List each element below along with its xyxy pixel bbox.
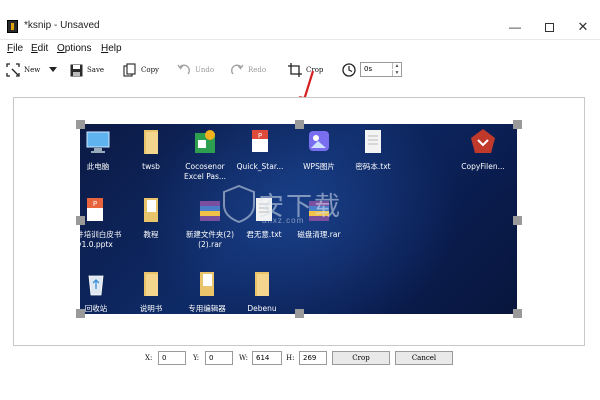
undo-icon <box>177 64 190 75</box>
maximize-button[interactable] <box>534 18 564 36</box>
w-input[interactable]: 614 <box>252 351 282 365</box>
rar-archive-icon <box>200 201 220 221</box>
crop-panel: X: 0 Y: 0 W: 614 H: 269 Crop Cancel <box>0 349 600 367</box>
copy-label: Copy <box>141 66 160 74</box>
text-file-icon <box>365 130 381 153</box>
save-icon <box>70 64 83 76</box>
spin-up-icon[interactable]: ▲ <box>392 63 401 69</box>
copy-icon <box>123 63 136 77</box>
wps-image-icon <box>309 131 329 151</box>
desktop-icon-password-book: 密码本.txt <box>345 128 401 172</box>
new-label: New <box>24 66 41 74</box>
undo-label: Undo <box>195 66 215 74</box>
pptx-icon: P <box>87 198 103 221</box>
redo-label: Redo <box>248 66 267 74</box>
x-input[interactable]: 0 <box>158 351 186 365</box>
delay-spinbox[interactable]: 0s ▲ ▼ <box>360 62 402 77</box>
close-button[interactable]: ✕ <box>568 18 598 36</box>
recycle-bin-icon <box>88 275 104 296</box>
desktop-icon-pptx: P 文件培训白皮书v1.0.pptx <box>80 196 126 250</box>
desktop-icon-special-editor: 专用编辑器 <box>179 270 235 314</box>
save-label: Save <box>87 66 105 74</box>
crop-handle-right[interactable] <box>513 216 522 225</box>
crop-button[interactable]: Crop <box>332 351 390 365</box>
crop-handle-top[interactable] <box>295 120 304 129</box>
desktop-icon-recycle-bin: 回收站 <box>80 270 124 314</box>
shield-watermark-icon <box>223 185 255 223</box>
delay-timer-icon-wrap <box>342 61 356 79</box>
folder-docs-icon <box>144 198 158 222</box>
w-label: W: <box>239 354 248 362</box>
ksnip-app-icon <box>7 20 18 33</box>
new-capture-button[interactable]: New <box>6 61 40 79</box>
desktop-icon-copyfilename: CopyFilen... <box>455 128 511 172</box>
desktop-icon-wps-image: WPS图片 <box>291 128 347 172</box>
x-label: X: <box>145 354 153 362</box>
copy-button[interactable]: Copy <box>123 61 159 79</box>
crop-handle-top-left[interactable] <box>76 120 85 129</box>
menu-help[interactable]: Help <box>101 43 122 54</box>
redo-icon <box>231 64 244 75</box>
svg-text:P: P <box>93 200 97 208</box>
desktop-icon-this-pc: 此电脑 <box>80 128 126 172</box>
dropdown-arrow-icon <box>49 67 57 72</box>
desktop-icon-debenu: Debenu <box>234 270 290 314</box>
desktop-icon-tutorial: 教程 <box>123 196 179 240</box>
menu-bar: File Edit Options Help <box>0 41 600 57</box>
y-input[interactable]: 0 <box>205 351 233 365</box>
watermark: 安下载 anxz.com <box>222 183 372 233</box>
desktop-icon-manual: 说明书 <box>123 270 179 314</box>
folder-icon <box>255 272 269 296</box>
redo-button[interactable]: Redo <box>230 61 266 79</box>
svg-text:P: P <box>258 132 262 140</box>
crop-handle-bottom[interactable] <box>295 309 304 318</box>
menu-file[interactable]: File <box>7 43 23 54</box>
excel-password-icon <box>195 130 215 153</box>
y-label: Y: <box>193 354 200 362</box>
desktop-icon-cocosenor: Cocosenor Excel Pas... <box>177 128 233 182</box>
folder-icon <box>144 130 158 154</box>
copyfilename-icon <box>471 129 495 153</box>
desktop-icon-quick-start: P Quick_Star... <box>232 128 288 172</box>
h-label: H: <box>286 354 295 362</box>
window-title: *ksnip - Unsaved <box>24 20 100 31</box>
watermark-sub: anxz.com <box>262 216 305 225</box>
new-capture-icon <box>6 63 20 77</box>
maximize-icon <box>544 23 554 33</box>
crop-handle-top-right[interactable] <box>513 120 522 129</box>
spin-down-icon[interactable]: ▼ <box>392 70 401 76</box>
save-button[interactable]: Save <box>70 61 104 79</box>
undo-button[interactable]: Undo <box>177 61 214 79</box>
menu-options[interactable]: Options <box>57 43 91 54</box>
folder-docs-icon <box>200 272 214 296</box>
pdf-icon: P <box>252 130 268 152</box>
desktop-icon-twsb: twsb <box>123 128 179 172</box>
capture-mode-dropdown[interactable] <box>49 61 57 79</box>
menu-edit[interactable]: Edit <box>31 43 48 54</box>
minimize-button[interactable]: — <box>500 18 530 36</box>
computer-icon <box>86 131 110 153</box>
cancel-button[interactable]: Cancel <box>395 351 453 365</box>
crop-handle-left[interactable] <box>76 216 85 225</box>
folder-icon <box>144 272 158 296</box>
clock-icon <box>342 63 356 77</box>
title-bar: *ksnip - Unsaved — ✕ <box>0 0 600 40</box>
crop-handle-bottom-left[interactable] <box>76 309 85 318</box>
crop-handle-bottom-right[interactable] <box>513 309 522 318</box>
delay-value: 0s <box>364 65 373 73</box>
h-input[interactable]: 269 <box>299 351 327 365</box>
